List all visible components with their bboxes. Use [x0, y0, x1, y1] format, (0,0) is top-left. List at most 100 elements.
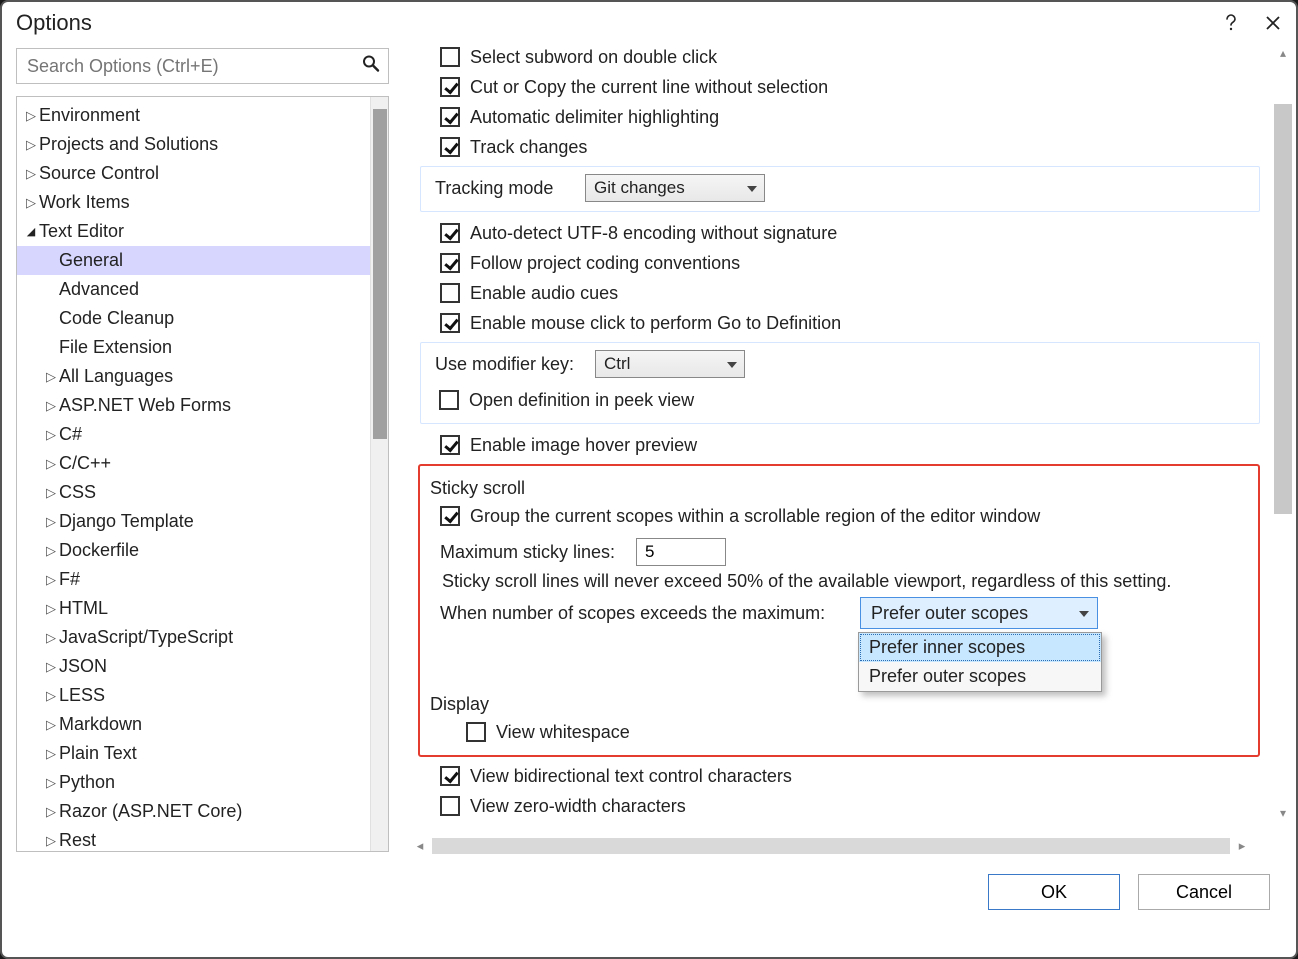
modifier-dropdown[interactable]: Ctrl [595, 350, 745, 378]
checkbox-cutcopy[interactable] [440, 77, 460, 97]
tree-node-plain-text[interactable]: ▷Plain Text [17, 739, 388, 768]
checkbox-peek[interactable] [439, 390, 459, 410]
tree-node-django-template[interactable]: ▷Django Template [17, 507, 388, 536]
checkbox-sticky[interactable] [440, 506, 460, 526]
label-whitespace: View whitespace [496, 722, 630, 743]
tree-node-markdown[interactable]: ▷Markdown [17, 710, 388, 739]
tree-node-label: All Languages [59, 366, 173, 387]
ok-button[interactable]: OK [988, 874, 1120, 910]
panel-hscrollbar[interactable]: ◂ ▸ [410, 836, 1252, 856]
label-sticky: Group the current scopes within a scroll… [470, 506, 1040, 527]
options-dialog: Options ▷Environment▷Projects and Soluti… [0, 0, 1298, 959]
cancel-button[interactable]: Cancel [1138, 874, 1270, 910]
tree-node-f-[interactable]: ▷F# [17, 565, 388, 594]
scroll-left-icon[interactable]: ◂ [410, 836, 430, 856]
scope-dropdown[interactable]: Prefer outer scopes [860, 597, 1098, 629]
chevron-right-icon: ▷ [45, 543, 57, 559]
tree-node-projects-and-solutions[interactable]: ▷Projects and Solutions [17, 130, 388, 159]
tree-node-python[interactable]: ▷Python [17, 768, 388, 797]
tree-node-general[interactable]: ▷General [17, 246, 388, 275]
checkbox-goto[interactable] [440, 313, 460, 333]
chevron-right-icon: ▷ [25, 108, 37, 124]
search-input[interactable] [25, 55, 355, 78]
tree-scroll-thumb[interactable] [373, 109, 387, 439]
chevron-right-icon: ▷ [45, 485, 57, 501]
chevron-right-icon: ▷ [45, 398, 57, 414]
label-cutcopy: Cut or Copy the current line without sel… [470, 77, 828, 98]
title-bar: Options [2, 2, 1296, 42]
scroll-down-icon[interactable]: ▾ [1272, 804, 1294, 822]
hscroll-thumb[interactable] [432, 838, 1230, 854]
close-icon[interactable] [1264, 14, 1282, 32]
tree-node-html[interactable]: ▷HTML [17, 594, 388, 623]
checkbox-hover[interactable] [440, 435, 460, 455]
tree-node-c-[interactable]: ▷C# [17, 420, 388, 449]
tree-node-text-editor[interactable]: ◢Text Editor [17, 217, 388, 246]
tree-node-razor-asp-net-core-[interactable]: ▷Razor (ASP.NET Core) [17, 797, 388, 826]
tree-node-label: Razor (ASP.NET Core) [59, 801, 242, 822]
checkbox-whitespace[interactable] [466, 722, 486, 742]
tree-node-json[interactable]: ▷JSON [17, 652, 388, 681]
label-audio: Enable audio cues [470, 283, 618, 304]
panel-vscrollbar[interactable]: ▴ ▾ [1272, 42, 1294, 824]
chevron-right-icon: ▷ [45, 630, 57, 646]
tracking-mode-dropdown[interactable]: Git changes [585, 174, 765, 202]
chevron-right-icon: ▷ [45, 572, 57, 588]
category-tree[interactable]: ▷Environment▷Projects and Solutions▷Sour… [16, 96, 389, 852]
help-icon[interactable] [1222, 14, 1240, 32]
sticky-header: Sticky scroll [430, 478, 1250, 499]
label-delim: Automatic delimiter highlighting [470, 107, 719, 128]
tree-node-work-items[interactable]: ▷Work Items [17, 188, 388, 217]
tree-node-advanced[interactable]: ▷Advanced [17, 275, 388, 304]
tree-node-label: Plain Text [59, 743, 137, 764]
tree-node-rest[interactable]: ▷Rest [17, 826, 388, 852]
modifier-label: Use modifier key: [435, 354, 595, 375]
tree-node-css[interactable]: ▷CSS [17, 478, 388, 507]
chevron-right-icon: ▷ [45, 688, 57, 704]
checkbox-zero[interactable] [440, 796, 460, 816]
checkbox-audio[interactable] [440, 283, 460, 303]
chevron-right-icon: ▷ [45, 775, 57, 791]
tree-node-label: Advanced [59, 279, 139, 300]
checkbox-utf8[interactable] [440, 223, 460, 243]
chevron-right-icon: ▷ [25, 137, 37, 153]
sticky-note: Sticky scroll lines will never exceed 50… [432, 571, 1250, 592]
scroll-up-icon[interactable]: ▴ [1272, 44, 1294, 62]
checkbox-subword[interactable] [440, 47, 460, 67]
label-subword: Select subword on double click [470, 47, 717, 68]
tree-node-label: Work Items [39, 192, 130, 213]
tracking-mode-label: Tracking mode [435, 178, 585, 199]
sticky-max-input[interactable] [636, 538, 726, 566]
checkbox-bidi[interactable] [440, 766, 460, 786]
tree-node-environment[interactable]: ▷Environment [17, 101, 388, 130]
tree-node-source-control[interactable]: ▷Source Control [17, 159, 388, 188]
tree-node-c-c-[interactable]: ▷C/C++ [17, 449, 388, 478]
scope-dropdown-list[interactable]: Prefer inner scopes Prefer outer scopes [858, 632, 1102, 692]
tree-node-label: C/C++ [59, 453, 111, 474]
checkbox-follow[interactable] [440, 253, 460, 273]
checkbox-delim[interactable] [440, 107, 460, 127]
checkbox-track[interactable] [440, 137, 460, 157]
scope-option-inner[interactable]: Prefer inner scopes [859, 633, 1101, 662]
chevron-down-icon: ◢ [25, 225, 37, 238]
search-icon [362, 55, 380, 78]
scope-option-outer[interactable]: Prefer outer scopes [859, 662, 1101, 691]
label-utf8: Auto-detect UTF-8 encoding without signa… [470, 223, 837, 244]
search-box[interactable] [16, 48, 389, 84]
tree-node-less[interactable]: ▷LESS [17, 681, 388, 710]
tree-node-label: LESS [59, 685, 105, 706]
tree-node-asp-net-web-forms[interactable]: ▷ASP.NET Web Forms [17, 391, 388, 420]
tree-node-label: Environment [39, 105, 140, 126]
tree-node-label: Code Cleanup [59, 308, 174, 329]
tree-node-dockerfile[interactable]: ▷Dockerfile [17, 536, 388, 565]
label-follow: Follow project coding conventions [470, 253, 740, 274]
scroll-right-icon[interactable]: ▸ [1232, 836, 1252, 856]
vscroll-thumb[interactable] [1274, 104, 1292, 514]
goto-group: Use modifier key: Ctrl Open definition i… [420, 342, 1260, 424]
tree-node-javascript-typescript[interactable]: ▷JavaScript/TypeScript [17, 623, 388, 652]
tree-node-file-extension[interactable]: ▷File Extension [17, 333, 388, 362]
label-hover: Enable image hover preview [470, 435, 697, 456]
tree-scrollbar[interactable] [370, 97, 388, 851]
tree-node-code-cleanup[interactable]: ▷Code Cleanup [17, 304, 388, 333]
tree-node-all-languages[interactable]: ▷All Languages [17, 362, 388, 391]
